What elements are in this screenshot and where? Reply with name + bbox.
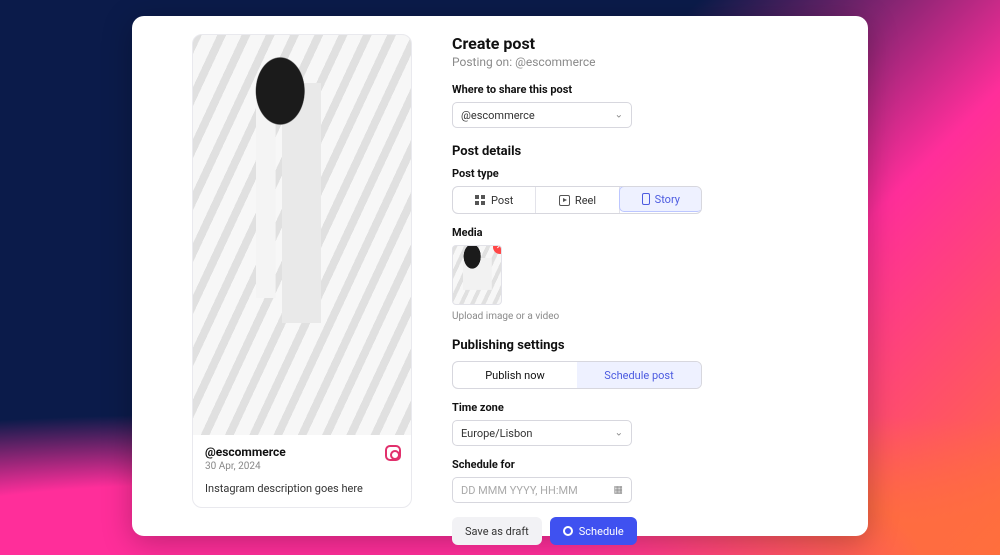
share-label: Where to share this post	[452, 83, 846, 96]
share-account-select[interactable]: @escommerce ⌄	[452, 102, 632, 128]
tab-publish-now[interactable]: Publish now	[453, 362, 577, 388]
instagram-icon	[385, 445, 401, 461]
post-type-story[interactable]: Story	[619, 186, 702, 212]
calendar-icon: ▦	[614, 485, 623, 496]
save-draft-button[interactable]: Save as draft	[452, 517, 542, 545]
timezone-label: Time zone	[452, 401, 846, 414]
preview-card: @escommerce 30 Apr, 2024 Instagram descr…	[192, 34, 412, 508]
post-type-segmented: Post Reel Story	[452, 186, 702, 214]
posting-on-text: Posting on: @escommerce	[452, 55, 846, 69]
schedule-datetime-input[interactable]: DD MMM YYYY, HH:MM ▦	[452, 477, 632, 503]
create-post-modal: @escommerce 30 Apr, 2024 Instagram descr…	[132, 16, 868, 536]
schedule-button[interactable]: Schedule	[550, 517, 637, 545]
post-type-post[interactable]: Post	[453, 187, 536, 213]
preview-image	[193, 35, 411, 435]
tab-schedule-post[interactable]: Schedule post	[577, 362, 701, 388]
story-icon	[642, 193, 650, 205]
preview-date: 30 Apr, 2024	[205, 461, 399, 472]
timezone-select[interactable]: Europe/Lisbon ⌄	[452, 420, 632, 446]
media-thumbnail[interactable]: ✕	[452, 245, 502, 305]
reel-icon	[559, 195, 570, 206]
preview-caption: Instagram description goes here	[205, 482, 399, 495]
chevron-down-icon: ⌄	[615, 428, 623, 439]
publish-mode-segmented: Publish now Schedule post	[452, 361, 702, 389]
post-preview: @escommerce 30 Apr, 2024 Instagram descr…	[192, 34, 412, 518]
post-type-reel[interactable]: Reel	[536, 187, 619, 213]
publishing-heading: Publishing settings	[452, 338, 846, 353]
chevron-down-icon: ⌄	[615, 110, 623, 121]
post-details-heading: Post details	[452, 144, 846, 159]
media-hint: Upload image or a video	[452, 311, 846, 322]
preview-author: @escommerce	[205, 445, 399, 459]
media-label: Media	[452, 226, 846, 239]
grid-icon	[475, 195, 486, 206]
clock-icon	[563, 526, 573, 536]
post-type-label: Post type	[452, 167, 846, 180]
schedule-for-label: Schedule for	[452, 458, 846, 471]
remove-media-button[interactable]: ✕	[493, 245, 502, 254]
page-title: Create post	[452, 34, 846, 53]
